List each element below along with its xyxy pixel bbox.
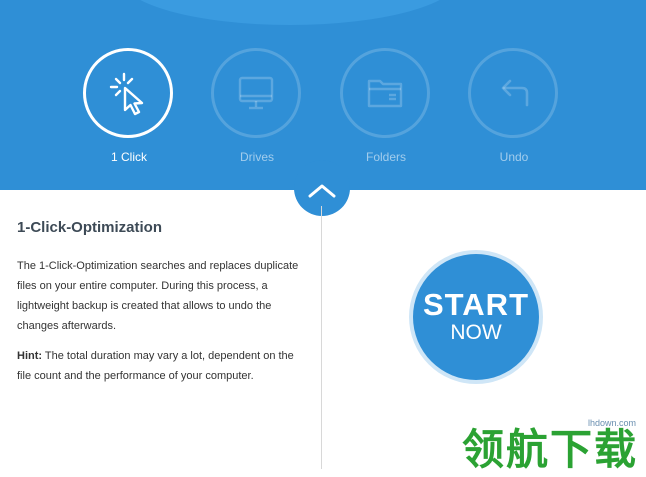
nav-label-1-click: 1 Click bbox=[110, 150, 147, 164]
nav-item-drives[interactable]: Drives bbox=[209, 48, 305, 172]
start-button-label: START bbox=[422, 287, 530, 322]
nav-label-folders: Folders bbox=[365, 150, 406, 164]
panel-divider bbox=[321, 206, 322, 469]
section-title: 1-Click-Optimization bbox=[17, 219, 163, 236]
chevron-up-icon[interactable] bbox=[306, 182, 338, 200]
nav-label-drives: Drives bbox=[239, 150, 274, 164]
nav-item-undo[interactable]: Undo bbox=[466, 48, 562, 172]
nav-circle-undo bbox=[468, 48, 558, 138]
start-now-button[interactable]: START NOW bbox=[413, 254, 539, 380]
nav-circle-1-click bbox=[83, 48, 173, 138]
nav-circle-drives bbox=[211, 48, 301, 138]
header-wave-decoration bbox=[120, 0, 460, 25]
nav-item-folders[interactable]: Folders bbox=[338, 48, 434, 172]
description-text: The 1-Click-Optimization searches and re… bbox=[17, 260, 299, 332]
hint-paragraph: Hint: The total duration may vary a lot,… bbox=[17, 346, 307, 386]
start-button-sublabel: NOW bbox=[450, 321, 502, 344]
cursor-click-icon bbox=[109, 72, 144, 116]
undo-icon bbox=[501, 79, 529, 107]
nav-item-1-click[interactable]: 1 Click bbox=[81, 48, 177, 172]
folder-icon bbox=[367, 79, 403, 108]
nav-label-undo: Undo bbox=[499, 150, 529, 164]
watermark-logo: 领航下载 bbox=[462, 426, 639, 473]
hint-label: Hint: bbox=[17, 350, 43, 362]
nav-circle-folders bbox=[340, 48, 430, 138]
hint-text: The total duration may vary a lot, depen… bbox=[17, 350, 294, 382]
monitor-icon bbox=[238, 76, 274, 110]
